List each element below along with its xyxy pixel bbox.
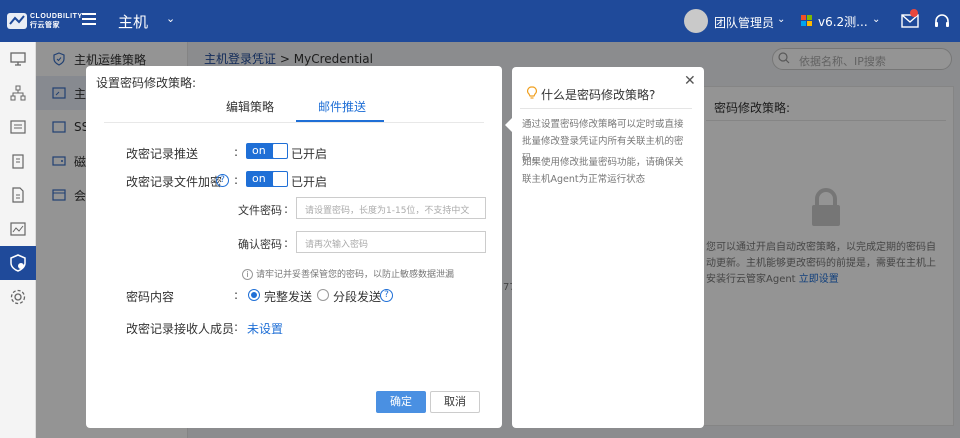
segmented-send-radio[interactable]: [317, 289, 329, 301]
notification-badge: [910, 9, 918, 17]
shield-icon[interactable]: [0, 246, 36, 280]
settings-icon[interactable]: [0, 280, 36, 314]
colon: :: [234, 173, 239, 187]
toggle-knob: [273, 172, 287, 186]
password-policy-dialog: 设置密码修改策略: 编辑策略 邮件推送 改密记录推送 : on 已开启 改密记录…: [86, 66, 502, 428]
confirm-password-label: 确认密码: [238, 238, 282, 251]
content-label: 密码内容: [126, 290, 175, 304]
toggle-on-text: on: [252, 172, 266, 185]
recipients-label: 改密记录接收人成员: [126, 322, 235, 336]
push-status: 已开启: [291, 147, 328, 161]
toggle-knob: [273, 144, 287, 158]
toggle-on-text: on: [252, 144, 266, 157]
push-toggle[interactable]: on: [246, 143, 288, 159]
user-chevron-down-icon[interactable]: ⌄: [777, 14, 785, 25]
encrypt-label: 改密记录文件加密: [126, 175, 223, 189]
segmented-help-icon[interactable]: ?: [380, 289, 393, 302]
help-panel-title: 什么是密码修改策略?: [541, 88, 656, 102]
user-name[interactable]: 团队管理员: [714, 14, 774, 31]
help-panel-arrow: [505, 118, 512, 132]
topology-icon[interactable]: [0, 76, 36, 110]
tab-divider: [104, 122, 484, 123]
encrypt-help-icon[interactable]: ?: [216, 174, 229, 187]
user-avatar[interactable]: [684, 9, 708, 33]
active-tab-indicator: [296, 120, 384, 122]
full-send-label[interactable]: 完整发送: [264, 288, 312, 305]
version-grid-icon: [801, 15, 813, 27]
module-title[interactable]: 主机: [118, 11, 148, 32]
colon: :: [284, 202, 289, 216]
monitor-icon[interactable]: [0, 42, 36, 76]
logo-text-en: CLOUDBILITY: [30, 13, 83, 20]
icon-sidebar: [0, 42, 36, 438]
full-send-radio[interactable]: [248, 289, 260, 301]
push-label: 改密记录推送: [126, 147, 199, 161]
logo-text: CLOUDBILITY 行云管家: [30, 12, 83, 30]
help-paragraph-2: 如果使用修改批量密码功能，请确保关联主机Agent为正常运行状态: [522, 157, 684, 185]
tab-edit-policy[interactable]: 编辑策略: [226, 98, 274, 123]
headset-icon[interactable]: [934, 13, 950, 29]
version-chevron-down-icon[interactable]: ⌄: [872, 14, 880, 25]
lightbulb-icon: [527, 86, 537, 99]
colon: :: [284, 236, 289, 250]
top-bar: CLOUDBILITY 行云管家 主机 ⌄ 团队管理员 ⌄ v6.2测... ⌄: [0, 0, 960, 42]
password-tip: i 请牢记并妥善保管您的密码，以防止敏感数据泄漏: [242, 267, 454, 280]
divider: [520, 108, 692, 109]
segmented-send-label[interactable]: 分段发送: [333, 288, 381, 305]
encrypt-toggle[interactable]: on: [246, 171, 288, 187]
colon: :: [234, 145, 239, 159]
version-label[interactable]: v6.2测...: [818, 13, 868, 30]
list-icon[interactable]: [0, 110, 36, 144]
recipients-not-set-link[interactable]: 未设置: [247, 320, 283, 337]
password-tip-text: 请牢记并妥善保管您的密码，以防止敏感数据泄漏: [256, 270, 455, 280]
chart-icon[interactable]: [0, 212, 36, 246]
file-password-label: 文件密码: [238, 204, 282, 217]
colon: :: [234, 320, 239, 334]
hamburger-menu-icon[interactable]: [82, 13, 96, 27]
file-password-input[interactable]: 请设置密码，长度为1-15位，不支持中文: [296, 197, 486, 219]
dialog-title: 设置密码修改策略:: [96, 76, 197, 90]
encrypt-status: 已开启: [291, 175, 328, 189]
cloudbility-logo[interactable]: [6, 10, 28, 32]
clipboard-icon[interactable]: [0, 144, 36, 178]
logo-text-cn: 行云管家: [30, 22, 60, 29]
confirm-password-input[interactable]: 请再次输入密码: [296, 231, 486, 253]
colon: :: [234, 288, 239, 302]
module-chevron-down-icon[interactable]: ⌄: [166, 12, 175, 25]
confirm-button[interactable]: 确定: [376, 391, 426, 413]
close-icon[interactable]: ✕: [684, 73, 696, 89]
info-icon: i: [242, 269, 253, 280]
document-icon[interactable]: [0, 178, 36, 212]
cancel-button[interactable]: 取消: [430, 391, 480, 413]
